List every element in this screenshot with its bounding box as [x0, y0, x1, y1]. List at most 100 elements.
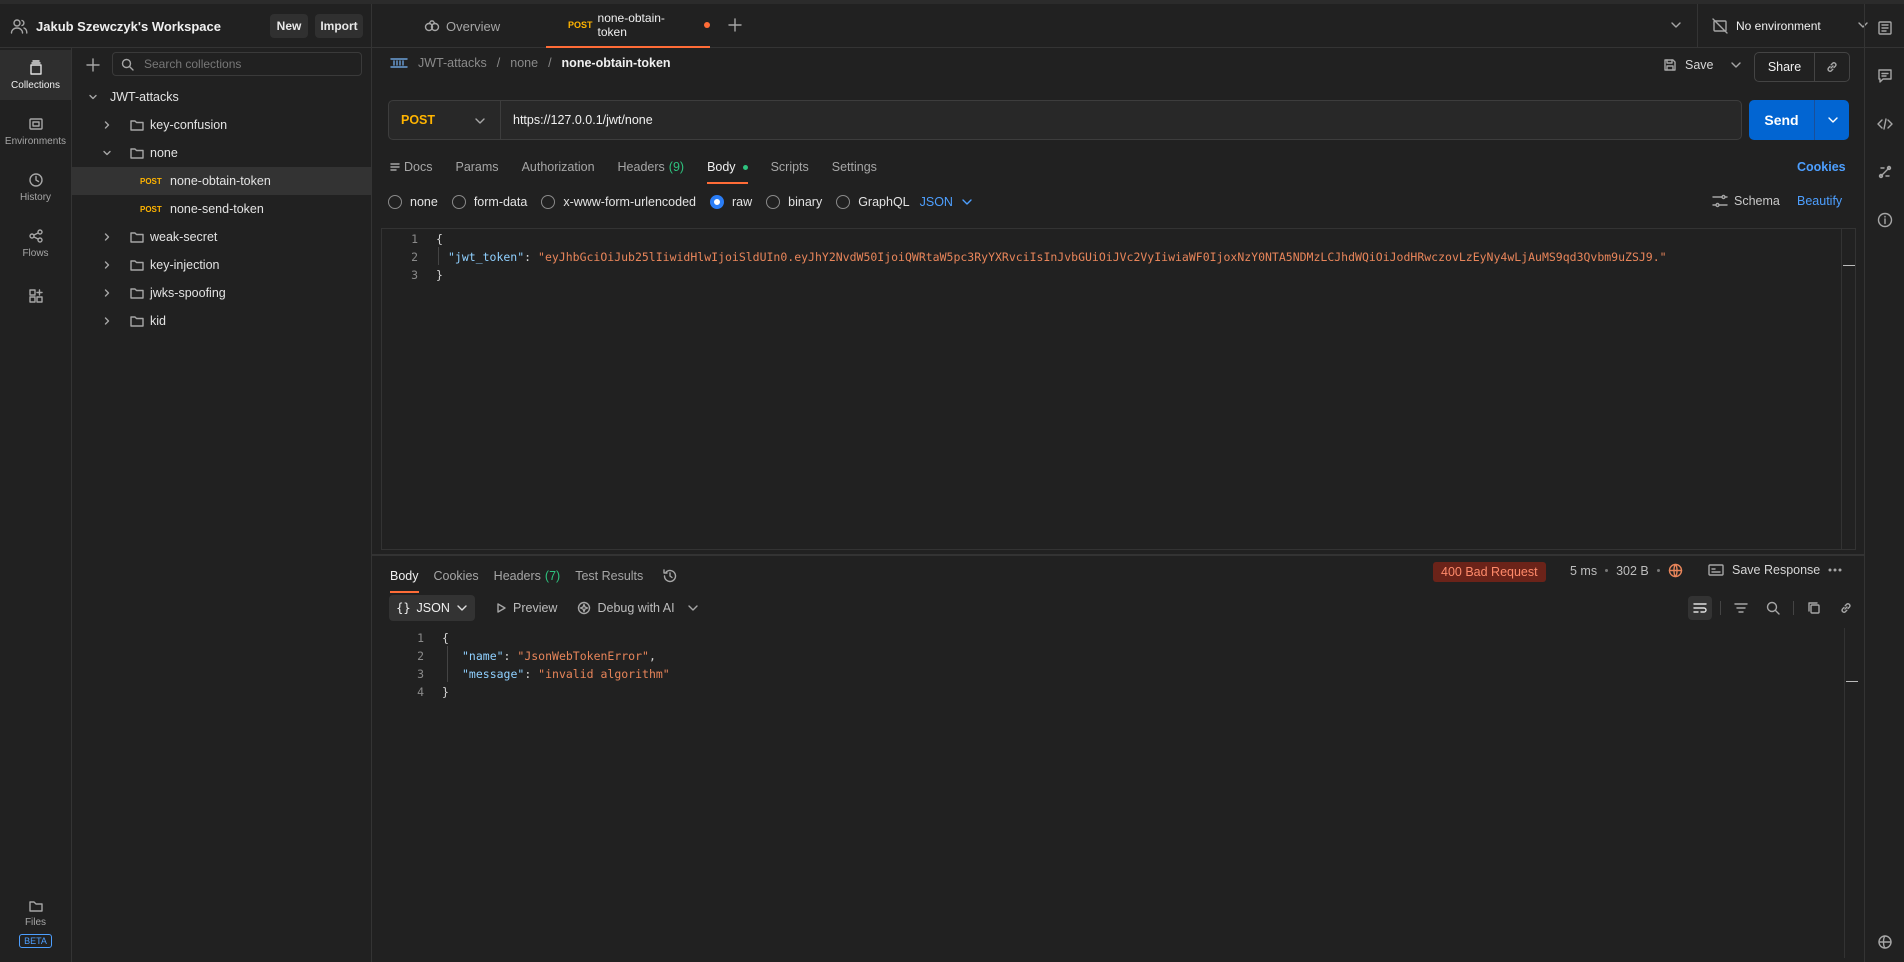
folder-none[interactable]: none: [72, 139, 371, 167]
rail-add-tools[interactable]: [0, 276, 71, 316]
chevron-down-icon[interactable]: [102, 148, 112, 158]
tab-overview[interactable]: Overview: [424, 4, 500, 48]
chevron-right-icon[interactable]: [102, 316, 112, 326]
link-icon[interactable]: [1834, 596, 1858, 620]
comments-icon[interactable]: [1877, 68, 1893, 84]
resp-tab-cookies[interactable]: Cookies: [434, 561, 479, 591]
response-body-viewer[interactable]: 1 { 2 "name" : "JsonWebTokenError" , 3 "…: [388, 628, 1858, 958]
folder-key-confusion[interactable]: key-confusion: [72, 111, 371, 139]
related-requests-icon[interactable]: [1877, 164, 1893, 180]
more-options-icon[interactable]: [1828, 568, 1842, 572]
folder-key-injection[interactable]: key-injection: [72, 251, 371, 279]
documentation-icon[interactable]: [1877, 20, 1893, 36]
breadcrumb-folder[interactable]: none: [510, 56, 538, 70]
network-globe-icon[interactable]: [1668, 563, 1683, 578]
workspace-icon[interactable]: [10, 17, 28, 35]
resp-tab-headers[interactable]: Headers (7): [494, 561, 561, 591]
response-history-icon[interactable]: [662, 568, 678, 584]
chevron-down-icon[interactable]: [88, 92, 98, 102]
wrap-lines-icon[interactable]: [1688, 596, 1712, 620]
rail-collections[interactable]: Collections: [0, 50, 71, 100]
breadcrumb-current[interactable]: none-obtain-token: [562, 56, 671, 70]
radio-raw[interactable]: raw: [710, 195, 752, 209]
search-input[interactable]: [144, 57, 344, 71]
radio-circle[interactable]: [766, 195, 781, 209]
tab-headers[interactable]: Headers (9): [618, 152, 685, 182]
tab-authorization[interactable]: Authorization: [522, 152, 595, 182]
radio-circle[interactable]: [388, 195, 402, 209]
breadcrumb-collection[interactable]: JWT-attacks: [418, 56, 487, 70]
tab-docs[interactable]: Docs: [390, 152, 432, 182]
radio-none[interactable]: none: [388, 195, 438, 209]
radio-circle[interactable]: [836, 195, 851, 209]
status-badge[interactable]: 400 Bad Request: [1433, 562, 1546, 582]
copy-link-icon[interactable]: [1815, 60, 1849, 74]
collection-jwt-attacks[interactable]: JWT-attacks: [72, 83, 371, 111]
radio-circle-selected[interactable]: [710, 195, 724, 209]
new-button[interactable]: New: [270, 14, 308, 38]
editor-minimap[interactable]: [1841, 229, 1855, 549]
method-select[interactable]: POST: [389, 101, 501, 139]
folder-jwks-spoofing[interactable]: jwks-spoofing: [72, 279, 371, 307]
settings-sync-icon[interactable]: [1877, 934, 1893, 950]
beautify-button[interactable]: Beautify: [1797, 194, 1842, 208]
chevron-right-icon[interactable]: [102, 260, 112, 270]
new-tab-icon[interactable]: [728, 18, 742, 32]
search-icon[interactable]: [1761, 596, 1785, 620]
chevron-right-icon[interactable]: [102, 120, 112, 130]
tab-scripts[interactable]: Scripts: [771, 152, 809, 182]
rail-files[interactable]: Files BETA: [0, 893, 71, 953]
tabs-dropdown-chevron-icon[interactable]: [1670, 20, 1682, 30]
response-divider[interactable]: [372, 554, 1864, 556]
tab-body[interactable]: Body: [707, 152, 748, 184]
radio-form-data[interactable]: form-data: [451, 195, 527, 209]
filter-icon[interactable]: [1729, 596, 1753, 620]
tab-settings[interactable]: Settings: [832, 152, 877, 182]
url-input[interactable]: https://127.0.0.1/jwt/none: [513, 113, 653, 127]
folder-icon: [130, 315, 144, 327]
radio-circle[interactable]: [451, 195, 466, 209]
search-collections[interactable]: [112, 52, 362, 76]
radio-circle[interactable]: [541, 195, 556, 209]
folder-weak-secret[interactable]: weak-secret: [72, 223, 371, 251]
rail-flows[interactable]: Flows: [0, 218, 71, 268]
add-collection-icon[interactable]: [86, 58, 100, 72]
request-none-send-token[interactable]: POST none-send-token: [72, 195, 371, 223]
save-response-button[interactable]: Save Response: [1708, 563, 1820, 577]
save-button[interactable]: Save: [1685, 58, 1714, 72]
resp-tab-test-results[interactable]: Test Results: [575, 561, 643, 591]
environment-selector[interactable]: No environment: [1697, 4, 1869, 48]
request-body-editor[interactable]: 1 { 2 "jwt_token" : "eyJhbGciOiJub25lIiw…: [381, 228, 1856, 550]
body-format-select[interactable]: JSON: [920, 195, 973, 209]
chevron-right-icon[interactable]: [102, 288, 112, 298]
cookies-link[interactable]: Cookies: [1797, 160, 1846, 174]
preview-button[interactable]: Preview: [495, 601, 557, 615]
resp-tab-body[interactable]: Body: [390, 561, 419, 593]
tab-none-obtain-token[interactable]: POST none-obtain-token: [546, 4, 710, 48]
workspace-name[interactable]: Jakub Szewczyk's Workspace: [36, 19, 221, 34]
radio-binary[interactable]: binary: [766, 195, 822, 209]
response-time[interactable]: 5 ms: [1570, 564, 1597, 578]
radio-urlencoded[interactable]: x-www-form-urlencoded: [541, 195, 696, 209]
response-format-select[interactable]: {} JSON: [389, 595, 475, 621]
schema-button[interactable]: Schema: [1712, 194, 1780, 208]
send-button[interactable]: Send: [1749, 100, 1815, 140]
code-icon[interactable]: [1877, 116, 1893, 132]
rail-history[interactable]: History: [0, 162, 71, 212]
radio-graphql[interactable]: GraphQL: [836, 195, 910, 209]
folder-kid[interactable]: kid: [72, 307, 371, 335]
chevron-right-icon[interactable]: [102, 232, 112, 242]
info-icon[interactable]: [1877, 212, 1893, 228]
rail-environments[interactable]: Environments: [0, 106, 71, 156]
save-options-chevron-icon[interactable]: [1730, 60, 1742, 70]
debug-with-ai-button[interactable]: Debug with AI: [577, 601, 698, 615]
request-none-obtain-token[interactable]: POST none-obtain-token: [72, 167, 371, 195]
copy-icon[interactable]: [1802, 596, 1826, 620]
send-options-chevron-icon[interactable]: [1827, 115, 1839, 125]
tab-params[interactable]: Params: [455, 152, 498, 182]
response-minimap[interactable]: [1844, 628, 1858, 958]
import-button[interactable]: Import: [315, 14, 363, 38]
chevron-down-icon[interactable]: [687, 603, 699, 613]
response-size[interactable]: 302 B: [1616, 564, 1649, 578]
share-button[interactable]: Share: [1755, 53, 1815, 81]
